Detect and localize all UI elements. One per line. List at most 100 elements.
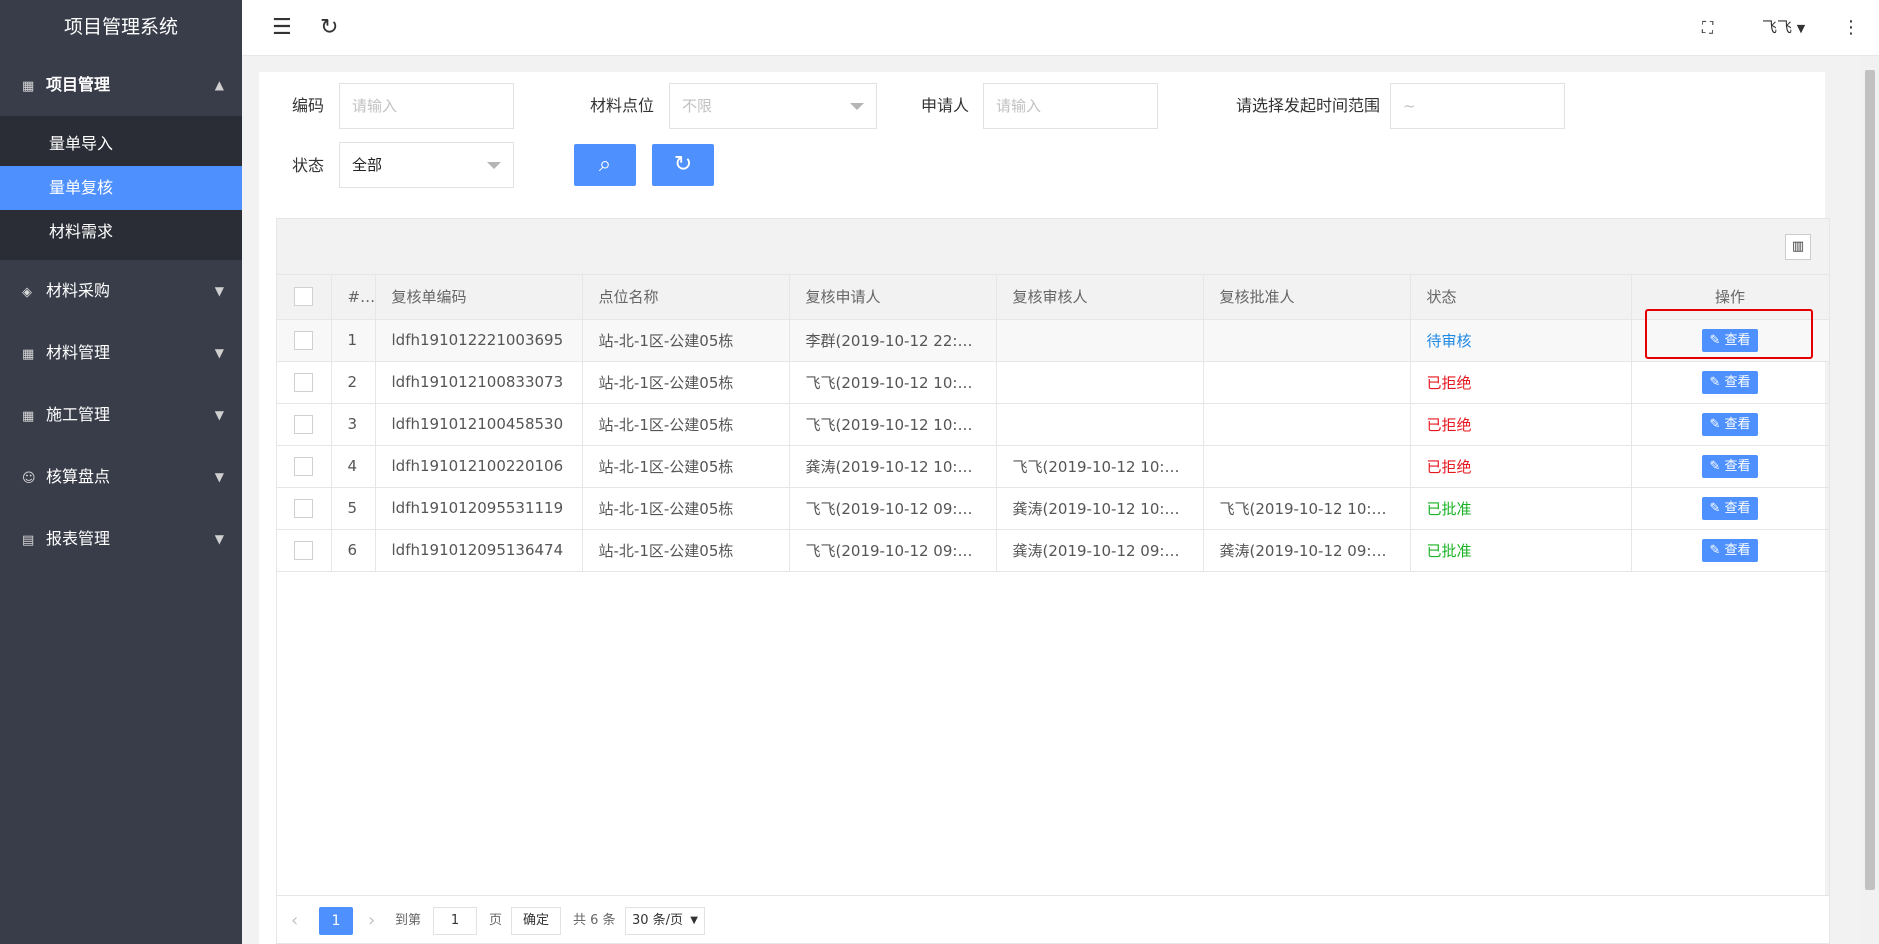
page-scrollbar[interactable] [1861, 56, 1879, 944]
approver [1203, 445, 1411, 488]
view-button-label: 查看 [1724, 374, 1751, 390]
page-size-select[interactable]: 30 条/页 ▼ [625, 907, 705, 935]
applicant: 李群(2019-10-12 22:1… [789, 319, 997, 362]
view-button-label: 查看 [1724, 332, 1751, 348]
sidebar-group-project-management[interactable]: ▦ 项目管理 ▲ [0, 54, 242, 116]
caret-down-icon: ▼ [1796, 22, 1806, 35]
time-range-input[interactable]: ~ [1390, 83, 1565, 129]
sidebar-item-bill-import[interactable]: 量单导入 [0, 122, 242, 166]
user-icon: ☺ [22, 471, 36, 486]
chevron-down-icon: ▼ [214, 408, 224, 422]
code-input[interactable]: 请输入 [339, 83, 514, 129]
action-cell: ✎ 查看 [1631, 445, 1830, 488]
time-range-label: 请选择发起时间范围 [1236, 96, 1381, 115]
location-select-value: 不限 [682, 97, 713, 115]
sidebar-group-construction-management[interactable]: ▦ 施工管理 ▼ [0, 384, 242, 446]
view-button[interactable]: ✎ 查看 [1702, 370, 1758, 394]
sidebar-group-label: 材料采购 [46, 281, 111, 300]
row-number: 3 [331, 403, 376, 446]
row-select-cell [277, 445, 332, 488]
column-header: 复核审核人 [996, 275, 1204, 320]
view-button[interactable]: ✎ 查看 [1702, 412, 1758, 436]
layers-icon: ◈ [22, 285, 32, 300]
row-checkbox[interactable] [294, 330, 314, 350]
status-select[interactable]: 全部 [339, 142, 514, 188]
location-select[interactable]: 不限 [669, 83, 877, 129]
view-button[interactable]: ✎ 查看 [1702, 454, 1758, 478]
row-checkbox[interactable] [294, 498, 314, 518]
chevron-down-icon: ▼ [214, 470, 224, 484]
column-header: 点位名称 [582, 275, 790, 320]
location-name: 站-北-1区-公建05栋 [582, 529, 790, 572]
location-name: 站-北-1区-公建05栋 [582, 319, 790, 362]
column-header: 复核批准人 [1203, 275, 1411, 320]
more-vertical-icon[interactable]: ⋮ [1842, 12, 1860, 44]
prev-page-icon[interactable]: ‹ [291, 907, 298, 935]
scrollbar-thumb[interactable] [1865, 70, 1875, 890]
reviewer [996, 361, 1204, 404]
main-content: 编码 请输入 材料点位 不限 申请人 请输入 请选择发起时间范围 ~ 状态 全部… [259, 72, 1830, 944]
menu-collapse-icon[interactable]: ☰ [272, 12, 292, 44]
user-name: 飞飞 [1762, 18, 1793, 36]
fullscreen-icon[interactable]: ⛶ [1702, 12, 1713, 44]
code-label: 编码 [292, 96, 325, 115]
status-text: 已拒绝 [1410, 403, 1632, 446]
sidebar-group-report-management[interactable]: ▤ 报表管理 ▼ [0, 508, 242, 570]
sidebar-item-bill-review[interactable]: 量单复核 [0, 166, 242, 210]
goto-confirm-button[interactable]: 确定 [511, 907, 561, 935]
action-cell: ✎ 查看 [1631, 529, 1830, 572]
sidebar-group-label: 材料管理 [46, 343, 111, 362]
view-button[interactable]: ✎ 查看 [1702, 496, 1758, 520]
applicant-input[interactable]: 请输入 [983, 83, 1158, 129]
review-code: ldfh191012100833073 [375, 361, 583, 404]
row-number: 6 [331, 529, 376, 572]
reviewer: 飞飞(2019-10-12 10:0… [996, 445, 1204, 488]
row-checkbox[interactable] [294, 540, 314, 560]
reviewer [996, 319, 1204, 362]
select-all-checkbox[interactable] [294, 287, 314, 307]
location-name: 站-北-1区-公建05栋 [582, 487, 790, 530]
table-row: 3 ldfh191012100458530 站-北-1区-公建05栋 飞飞(2019-… [277, 403, 1830, 446]
app-title: 项目管理系统 [0, 0, 242, 54]
reset-button[interactable]: ↻ [652, 144, 714, 186]
reviewer: 龚涛(2019-10-12 09:5… [996, 529, 1204, 572]
row-number: 1 [331, 319, 376, 362]
sidebar-group-material-management[interactable]: ▦ 材料管理 ▼ [0, 322, 242, 384]
row-select-cell [277, 319, 332, 362]
table-row: 4 ldfh191012100220106 站-北-1区-公建05栋 龚涛(2019-… [277, 445, 1830, 488]
refresh-icon[interactable]: ↻ [320, 12, 338, 44]
row-number: 2 [331, 361, 376, 404]
row-checkbox[interactable] [294, 414, 314, 434]
reviewer: 龚涛(2019-10-12 10:1… [996, 487, 1204, 530]
chevron-down-icon: ▼ [214, 532, 224, 546]
page-1-button[interactable]: 1 [319, 907, 353, 935]
status-label: 状态 [292, 156, 325, 175]
status-select-value: 全部 [352, 156, 383, 174]
sidebar-group-label: 报表管理 [46, 529, 111, 548]
review-code: ldfh191012095136474 [375, 529, 583, 572]
table-row: 2 ldfh191012100833073 站-北-1区-公建05栋 飞飞(2019-… [277, 361, 1830, 404]
row-checkbox[interactable] [294, 372, 314, 392]
sidebar-item-material-demand[interactable]: 材料需求 [0, 210, 242, 254]
header-select-all[interactable] [277, 275, 332, 320]
review-code: ldfh191012100220106 [375, 445, 583, 488]
view-button-label: 查看 [1724, 542, 1751, 558]
search-button[interactable]: ⌕ [574, 144, 636, 186]
sidebar-group-material-purchase[interactable]: ◈ 材料采购 ▼ [0, 260, 242, 322]
status-text: 已拒绝 [1410, 361, 1632, 404]
sidebar-group-accounting-inventory[interactable]: ☺ 核算盘点 ▼ [0, 446, 242, 508]
approver: 龚涛(2019-10-12 09:5… [1203, 529, 1411, 572]
table-row: 1 ldfh191012221003695 站-北-1区-公建05栋 李群(2019-… [277, 319, 1830, 362]
column-filter-button[interactable]: ▥ [1785, 234, 1811, 260]
user-menu[interactable]: 飞飞 ▼ [1762, 14, 1805, 42]
next-page-icon[interactable]: › [368, 907, 375, 935]
grid-plus-icon: ▦ [22, 79, 35, 94]
view-button[interactable]: ✎ 查看 [1702, 328, 1758, 352]
goto-page-input[interactable]: 1 [433, 907, 477, 935]
location-name: 站-北-1区-公建05栋 [582, 403, 790, 446]
columns-icon: ▥ [1791, 239, 1805, 254]
sidebar-group-label: 项目管理 [46, 75, 111, 94]
applicant: 飞飞(2019-10-12 10:0… [789, 361, 997, 404]
view-button[interactable]: ✎ 查看 [1702, 538, 1758, 562]
row-checkbox[interactable] [294, 456, 314, 476]
